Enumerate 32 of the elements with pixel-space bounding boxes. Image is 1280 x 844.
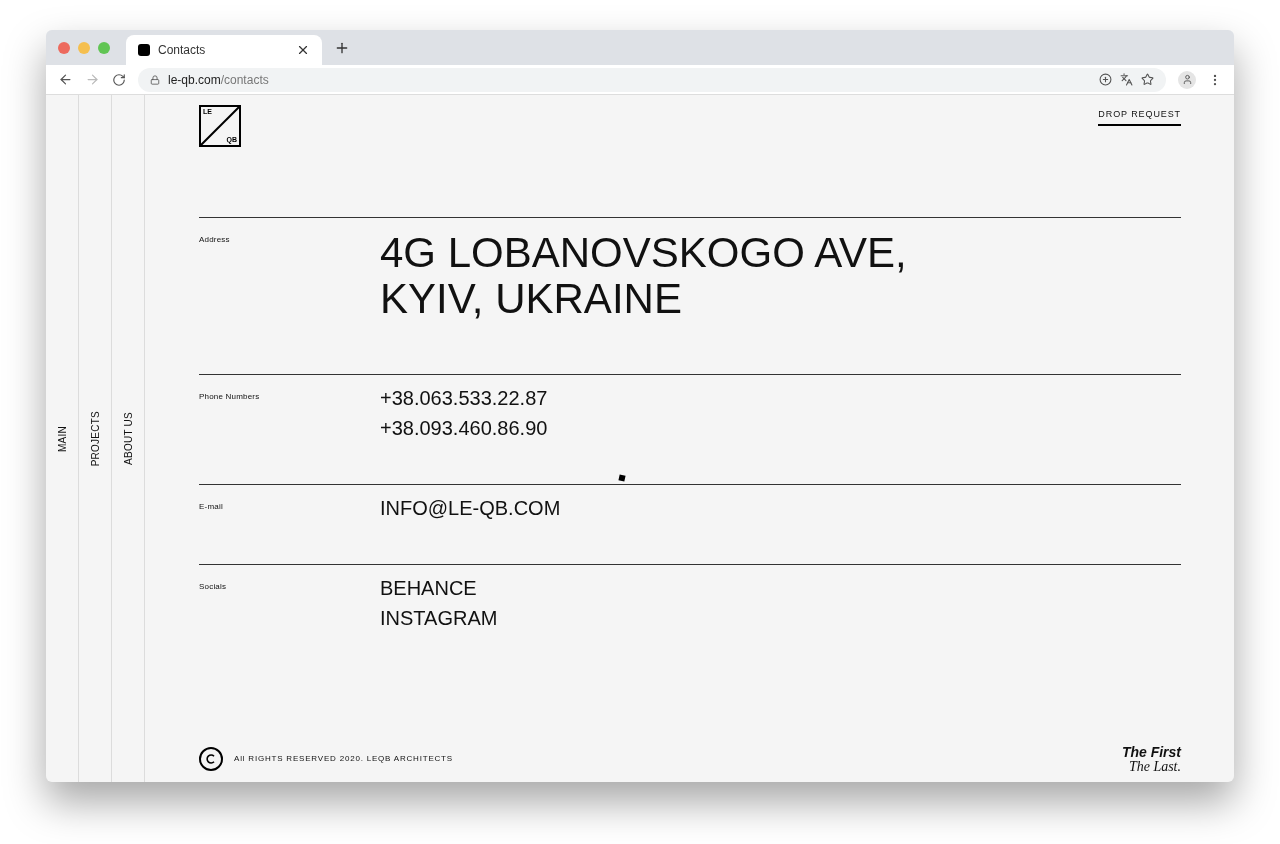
side-nav-link[interactable]: ABOUT US	[120, 412, 136, 465]
address-bar[interactable]: le-qb.com/contacts	[138, 67, 1166, 92]
back-icon[interactable]	[58, 72, 73, 88]
section-label: Address	[199, 234, 231, 246]
favicon-icon	[138, 44, 150, 57]
tagline: The First	[1121, 744, 1181, 760]
side-nav-link[interactable]: PROJECTS	[87, 410, 103, 467]
contact-value: +38.063.533.22.87	[380, 386, 548, 411]
browser-tab[interactable]: Contacts	[126, 35, 322, 66]
contact-value: INFO@LE-QB.COM	[380, 496, 561, 521]
tab-title: Contacts	[158, 42, 207, 60]
lock-icon	[150, 74, 160, 85]
reload-icon[interactable]	[112, 72, 126, 87]
contact-value: 4G LOBANOVSKOGO AVE,	[380, 230, 907, 276]
social-link[interactable]: INSTAGRAM	[380, 603, 498, 633]
translate-icon[interactable]	[1120, 73, 1133, 87]
contact-value: KYIV, UKRAINE	[380, 276, 683, 322]
copyright-icon	[199, 747, 223, 771]
section-label: Phone Numbers	[199, 391, 261, 403]
tagline: The Last.	[1128, 760, 1181, 774]
contact-value: +38.093.460.86.90	[380, 416, 548, 441]
section-label: E-mail	[199, 501, 224, 513]
side-nav-link[interactable]: MAIN	[54, 425, 70, 452]
add-circle-icon[interactable]	[1099, 73, 1112, 87]
url-text: le-qb.com/contacts	[168, 71, 269, 89]
drop-request-link[interactable]: DROP REQUEST	[1098, 108, 1181, 126]
profile-avatar[interactable]	[1178, 70, 1196, 89]
star-icon[interactable]	[1141, 73, 1154, 87]
cursor-square	[618, 474, 626, 482]
social-link[interactable]: BEHANCE	[380, 573, 498, 603]
copyright-text: All RIGHTS RESERVED 2020. LEQB ARCHITECTS	[234, 753, 453, 765]
section-label: Socials	[199, 581, 228, 593]
